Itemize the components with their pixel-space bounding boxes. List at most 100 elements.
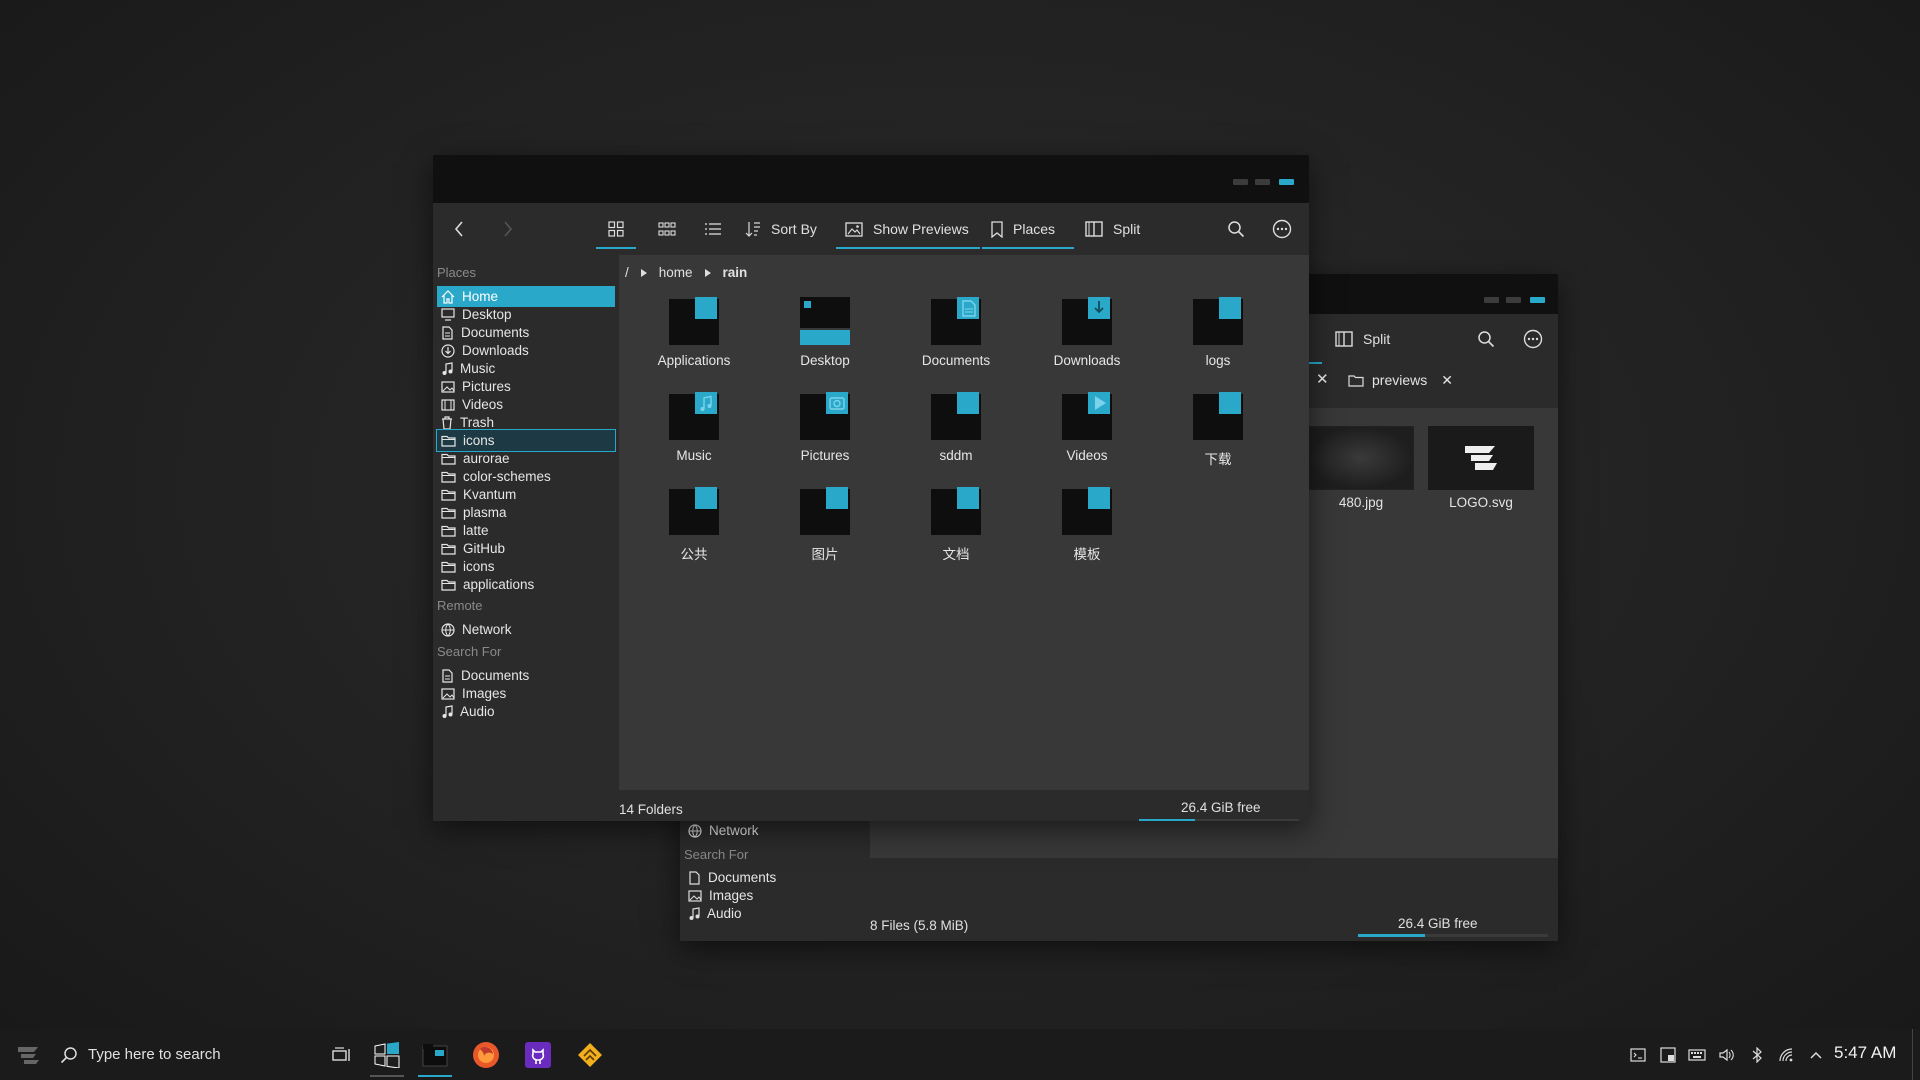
clock[interactable]: 5:47 AM bbox=[1834, 1043, 1896, 1063]
back-menu-button[interactable] bbox=[1514, 321, 1552, 357]
more-options-icon bbox=[1523, 329, 1543, 349]
breadcrumb-home[interactable]: home bbox=[659, 265, 693, 280]
back-search-button[interactable] bbox=[1468, 321, 1504, 357]
ark-app-button[interactable] bbox=[566, 1029, 614, 1080]
minimize-button[interactable] bbox=[1233, 179, 1248, 185]
folder-item[interactable]: 模板 bbox=[1020, 485, 1154, 563]
folder-item[interactable]: sddm bbox=[889, 390, 1023, 463]
sidebar-item-label: icons bbox=[463, 433, 495, 448]
minimize-button[interactable] bbox=[1484, 297, 1499, 303]
folder-label: 图片 bbox=[811, 547, 839, 562]
folder-icon bbox=[627, 295, 761, 347]
places-label: Places bbox=[1013, 221, 1056, 237]
search-button[interactable] bbox=[1218, 211, 1254, 247]
folder-item[interactable]: 公共 bbox=[627, 485, 761, 563]
folder-icon bbox=[1020, 390, 1154, 442]
folder-item[interactable]: Desktop bbox=[758, 295, 892, 368]
trash-icon bbox=[441, 415, 453, 430]
github-app-button[interactable] bbox=[514, 1029, 562, 1080]
file-manager-app-button[interactable] bbox=[410, 1029, 460, 1080]
breadcrumb-separator-icon bbox=[704, 268, 711, 277]
list-view-icon bbox=[704, 221, 722, 237]
folder-item[interactable]: 下载 bbox=[1151, 390, 1285, 468]
main-titlebar bbox=[433, 155, 1309, 203]
firefox-icon bbox=[472, 1041, 500, 1069]
sidebar-item-label: color-schemes bbox=[463, 469, 551, 484]
folder-item[interactable]: Documents bbox=[889, 295, 1023, 368]
sort-by-button[interactable]: Sort By bbox=[736, 211, 826, 247]
show-previews-label: Show Previews bbox=[873, 221, 969, 237]
breadcrumb-root[interactable]: / bbox=[625, 265, 629, 280]
back-nav-button[interactable] bbox=[445, 211, 473, 247]
tray-bluetooth[interactable] bbox=[1745, 1029, 1769, 1080]
sidebar-item-remote-network[interactable]: Network bbox=[437, 619, 615, 640]
folder-icon bbox=[758, 485, 892, 537]
places-button[interactable]: Places bbox=[982, 211, 1074, 249]
tray-network[interactable] bbox=[1775, 1029, 1799, 1080]
compact-view-button[interactable] bbox=[649, 211, 685, 247]
file-manager-icon bbox=[421, 1042, 449, 1068]
chevron-right-icon bbox=[503, 221, 513, 237]
back-sidebar-network[interactable]: Network bbox=[684, 820, 862, 841]
tab-close-icon[interactable]: ✕ bbox=[1441, 372, 1453, 389]
sidebar-item-search-audio[interactable]: Audio bbox=[437, 701, 615, 722]
folder-item[interactable]: 图片 bbox=[758, 485, 892, 563]
back-sidebar-search-audio[interactable]: Audio bbox=[684, 903, 862, 924]
folder-item[interactable]: Music bbox=[627, 390, 761, 463]
sidebar-item-label: Images bbox=[462, 686, 507, 701]
back-sidebar: Network Search For Documents Images Audi… bbox=[680, 820, 870, 941]
taskbar: Type here to search 5:47 AM bbox=[0, 1029, 1920, 1080]
breadcrumb-current[interactable]: rain bbox=[723, 265, 748, 280]
folder-label: 公共 bbox=[680, 547, 708, 562]
breadcrumb: / home rain bbox=[625, 265, 747, 280]
icons-view-button[interactable] bbox=[596, 211, 636, 249]
show-previews-button[interactable]: Show Previews bbox=[836, 211, 980, 249]
folder-icon bbox=[889, 295, 1023, 347]
details-view-button[interactable] bbox=[695, 211, 731, 247]
file-item-480[interactable]: 480.jpg bbox=[1308, 426, 1414, 510]
folder-item[interactable]: Applications bbox=[627, 295, 761, 368]
folder-item[interactable]: Pictures bbox=[758, 390, 892, 463]
firefox-app-button[interactable] bbox=[462, 1029, 510, 1080]
maximize-button[interactable] bbox=[1255, 179, 1270, 185]
tray-keyboard[interactable] bbox=[1685, 1029, 1709, 1080]
split-icon bbox=[1335, 331, 1353, 347]
documents-icon bbox=[441, 325, 454, 340]
sidebar-item-places-applications[interactable]: applications bbox=[437, 574, 615, 595]
close-button[interactable] bbox=[1530, 297, 1545, 303]
tab-close-icon[interactable]: ✕ bbox=[1316, 370, 1329, 388]
show-desktop-button[interactable] bbox=[1912, 1029, 1920, 1080]
tray-clipboard[interactable] bbox=[1656, 1029, 1680, 1080]
folder-icon bbox=[889, 390, 1023, 442]
status-count: 8 Files (5.8 MiB) bbox=[870, 918, 969, 933]
file-item-logo[interactable]: LOGO.svg bbox=[1428, 426, 1534, 510]
tray-expand[interactable] bbox=[1804, 1029, 1828, 1080]
windows-app-button[interactable] bbox=[362, 1029, 412, 1080]
folder-item[interactable]: Videos bbox=[1020, 390, 1154, 463]
folder-item[interactable]: 文档 bbox=[889, 485, 1023, 563]
free-space-bar-fill bbox=[1139, 819, 1195, 821]
taskbar-search[interactable]: Type here to search bbox=[52, 1029, 322, 1080]
forward-nav-button[interactable] bbox=[494, 211, 522, 247]
maximize-button[interactable] bbox=[1506, 297, 1521, 303]
tray-volume[interactable] bbox=[1715, 1029, 1739, 1080]
pictures-icon bbox=[441, 380, 455, 393]
main-dolphin-window: Sort By Show Previews Places Split Place… bbox=[433, 155, 1309, 821]
tray-terminal[interactable] bbox=[1626, 1029, 1650, 1080]
back-status-bar: 8 Files (5.8 MiB) 26.4 GiB free bbox=[870, 910, 1558, 941]
split-label: Split bbox=[1113, 221, 1141, 237]
split-button[interactable]: Split bbox=[1076, 211, 1149, 247]
folder-icon bbox=[441, 543, 456, 555]
folder-item[interactable]: logs bbox=[1151, 295, 1285, 368]
tab-previews[interactable]: previews ✕ bbox=[1348, 368, 1453, 392]
places-sidebar: Places Home Desktop Documents Downloads Music… bbox=[433, 255, 619, 821]
hamburger-menu-button[interactable] bbox=[1263, 211, 1301, 247]
image-thumbnail bbox=[1308, 426, 1414, 490]
folder-item[interactable]: Downloads bbox=[1020, 295, 1154, 368]
task-view-button[interactable] bbox=[324, 1029, 360, 1080]
close-button[interactable] bbox=[1279, 179, 1294, 185]
back-split-button[interactable]: Split bbox=[1326, 321, 1399, 357]
folder-label: Music bbox=[676, 448, 712, 463]
start-button[interactable] bbox=[10, 1029, 46, 1080]
sidebar-item-label: latte bbox=[463, 523, 489, 538]
